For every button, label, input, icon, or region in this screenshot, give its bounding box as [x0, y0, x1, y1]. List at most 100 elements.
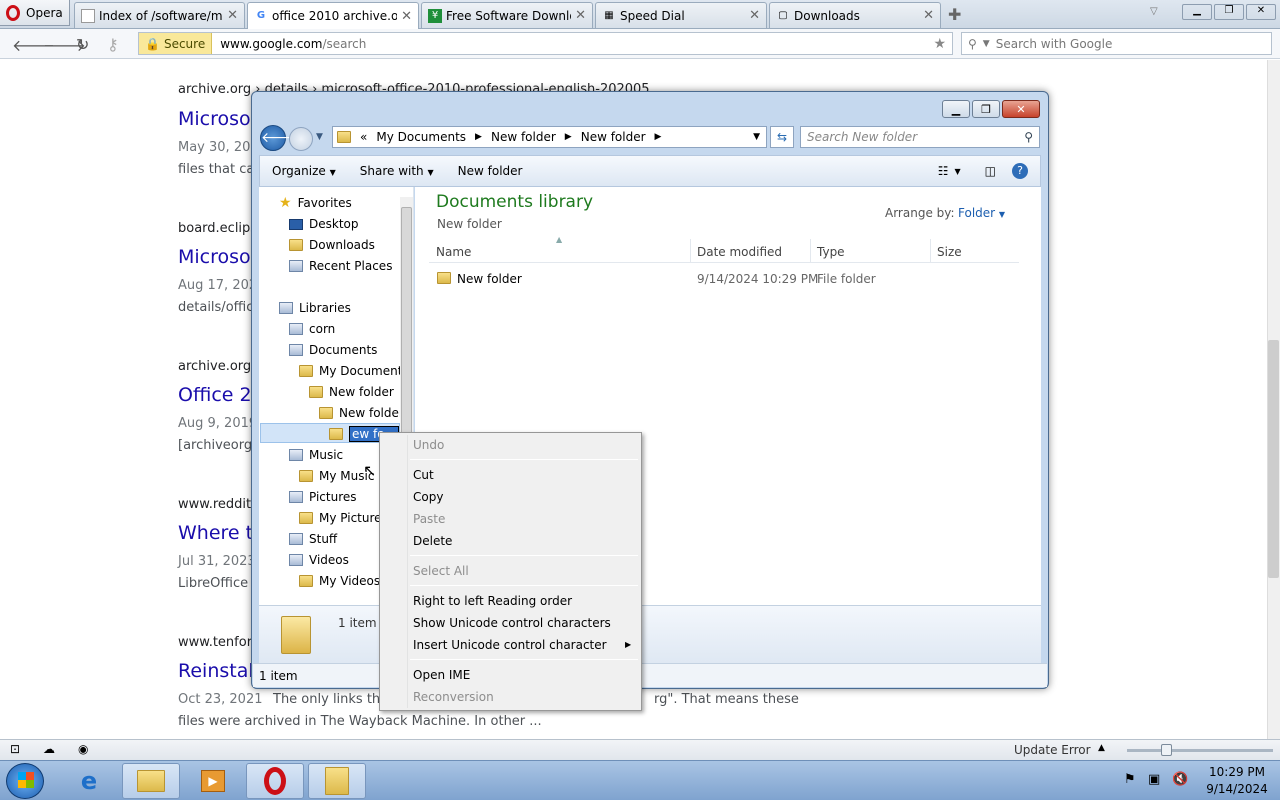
nav-desktop[interactable]: Desktop	[289, 217, 359, 231]
speed-icon[interactable]: ◉	[78, 742, 88, 756]
nav-libraries[interactable]: Libraries	[279, 301, 351, 315]
breadcrumb-separator-icon[interactable]: ▶	[655, 132, 662, 142]
start-button[interactable]	[6, 763, 44, 799]
tab-index-software[interactable]: Index of /software/mso... ✕	[74, 2, 245, 28]
menu-copy[interactable]: Copy	[413, 490, 443, 504]
menu-insert-unicode[interactable]: Insert Unicode control character	[413, 638, 607, 652]
menu-cut[interactable]: Cut	[413, 468, 434, 482]
nav-my-documents[interactable]: My Documents	[299, 364, 409, 378]
menu-open-ime[interactable]: Open IME	[413, 668, 470, 682]
column-size[interactable]: Size	[937, 245, 962, 259]
column-type[interactable]: Type	[817, 245, 845, 259]
column-date-modified[interactable]: Date modified	[697, 245, 782, 259]
tab-close-icon[interactable]: ✕	[227, 8, 238, 23]
result-url[interactable]: archive.org	[178, 359, 251, 374]
share-with-button[interactable]: Share with ▼	[348, 164, 446, 178]
preview-pane-icon[interactable]: ◫	[975, 164, 1006, 178]
menu-show-unicode[interactable]: Show Unicode control characters	[413, 616, 611, 630]
minimize-button[interactable]: ▁	[1182, 4, 1212, 20]
explorer-close-button[interactable]: ✕	[1002, 100, 1040, 118]
arrange-by-dropdown[interactable]: Folder ▼	[958, 206, 1005, 220]
taskbar-media-player[interactable]: ▶	[184, 763, 242, 799]
explorer-minimize-button[interactable]: ▁	[942, 100, 970, 118]
nav-recent-places[interactable]: Recent Places	[289, 259, 392, 273]
result-url[interactable]: www.tenforu	[178, 635, 260, 650]
nav-downloads[interactable]: Downloads	[289, 238, 375, 252]
recent-pages-dropdown-icon[interactable]: ▼	[316, 132, 323, 142]
update-menu-arrow-icon[interactable]: ▲	[1098, 743, 1105, 753]
breadcrumb-separator-icon[interactable]: ▶	[565, 132, 572, 142]
explorer-maximize-button[interactable]: ❐	[972, 100, 1000, 118]
menu-undo[interactable]: Undo	[413, 438, 444, 452]
explorer-back-button[interactable]: 🡐	[260, 125, 299, 151]
column-divider[interactable]	[810, 239, 811, 263]
taskbar-internet-explorer[interactable]: e	[60, 763, 118, 799]
action-center-flag-icon[interactable]: ⚑	[1124, 772, 1136, 787]
taskbar-file-manager[interactable]	[308, 763, 366, 799]
breadcrumb-overflow-icon[interactable]: «	[360, 130, 367, 144]
nav-favorites[interactable]: ★ Favorites	[279, 195, 352, 211]
tab-speed-dial[interactable]: ▦ Speed Dial ✕	[595, 2, 767, 28]
column-divider[interactable]	[690, 239, 691, 263]
update-error-label[interactable]: Update Error	[1014, 743, 1091, 757]
view-dropdown-icon[interactable]: ▼	[955, 167, 975, 176]
help-icon[interactable]: ?	[1012, 163, 1028, 179]
menu-rtl-reading-order[interactable]: Right to left Reading order	[413, 594, 572, 608]
new-folder-button[interactable]: New folder	[446, 164, 535, 178]
clock-time[interactable]: 10:29 PM	[1205, 765, 1269, 779]
restore-button[interactable]: ❐	[1214, 4, 1244, 20]
result-url[interactable]: www.reddit.	[178, 497, 255, 512]
tab-close-icon[interactable]: ✕	[575, 8, 586, 23]
search-engine-dropdown-icon[interactable]: ▼	[983, 39, 990, 49]
tab-close-icon[interactable]: ✕	[923, 8, 934, 23]
nav-music[interactable]: Music	[289, 448, 343, 462]
tab-list-icon[interactable]: ▽	[1150, 6, 1158, 17]
breadcrumb-new-folder-1[interactable]: New folder	[491, 130, 556, 144]
clock-date[interactable]: 9/14/2024	[1197, 782, 1277, 796]
nav-documents[interactable]: Documents	[289, 343, 377, 357]
breadcrumb-separator-icon[interactable]: ▶	[475, 132, 482, 142]
tab-office-2010[interactable]: G office 2010 archive.org ... ✕	[247, 2, 419, 29]
close-window-button[interactable]: ✕	[1246, 4, 1276, 20]
page-scrollbar-thumb[interactable]	[1268, 340, 1279, 578]
zoom-slider[interactable]	[1127, 749, 1273, 752]
nav-videos[interactable]: Videos	[289, 553, 349, 567]
network-icon[interactable]: ▣	[1148, 772, 1160, 787]
nav-my-videos[interactable]: My Videos	[299, 574, 380, 588]
nav-new-folder-1[interactable]: New folder	[309, 385, 394, 399]
menu-paste[interactable]: Paste	[413, 512, 445, 526]
key-icon[interactable]: ⚷	[107, 35, 119, 54]
result-title[interactable]: Microsof	[178, 246, 257, 268]
column-name[interactable]: Name	[436, 245, 471, 259]
explorer-forward-button[interactable]	[289, 127, 313, 151]
menu-select-all[interactable]: Select All	[413, 564, 469, 578]
explorer-search-input[interactable]: Search New folder ⚲	[800, 126, 1040, 148]
organize-button[interactable]: Organize ▼	[260, 164, 348, 178]
panel-toggle-icon[interactable]: ⊡	[10, 742, 20, 756]
menu-delete[interactable]: Delete	[413, 534, 452, 548]
bookmark-star-icon[interactable]: ★	[933, 36, 946, 52]
secure-badge[interactable]: 🔒 Secure	[139, 33, 213, 54]
nav-my-pictures[interactable]: My Pictures	[299, 511, 388, 525]
taskbar-opera[interactable]	[246, 763, 304, 799]
address-dropdown-icon[interactable]: ▼	[753, 132, 760, 142]
column-divider[interactable]	[930, 239, 931, 263]
result-url[interactable]: board.eclips	[178, 221, 257, 236]
refresh-icon[interactable]: ⇆	[770, 126, 794, 148]
nav-corn[interactable]: corn	[289, 322, 335, 336]
result-title[interactable]: Microsof	[178, 108, 257, 130]
nav-pictures[interactable]: Pictures	[289, 490, 357, 504]
result-title[interactable]: Reinstall	[178, 660, 259, 682]
file-row[interactable]: New folder 9/14/2024 10:29 PM File folde…	[429, 269, 1019, 289]
zoom-slider-handle[interactable]	[1161, 744, 1172, 756]
breadcrumb-my-documents[interactable]: My Documents	[376, 130, 466, 144]
explorer-breadcrumb[interactable]: « My Documents ▶ New folder ▶ New folder…	[332, 126, 767, 148]
tab-free-software[interactable]: ¥ Free Software Downloa... ✕	[421, 2, 593, 28]
tab-downloads[interactable]: ▢ Downloads ✕	[769, 2, 941, 28]
nav-new-folder-2[interactable]: New folder	[319, 406, 404, 420]
tab-close-icon[interactable]: ✕	[749, 8, 760, 23]
volume-muted-icon[interactable]: 🔇	[1172, 772, 1188, 787]
menu-reconversion[interactable]: Reconversion	[413, 690, 494, 704]
new-tab-button[interactable]: ✚	[948, 5, 961, 24]
web-search-input[interactable]: ⚲ ▼ Search with Google	[961, 32, 1272, 55]
